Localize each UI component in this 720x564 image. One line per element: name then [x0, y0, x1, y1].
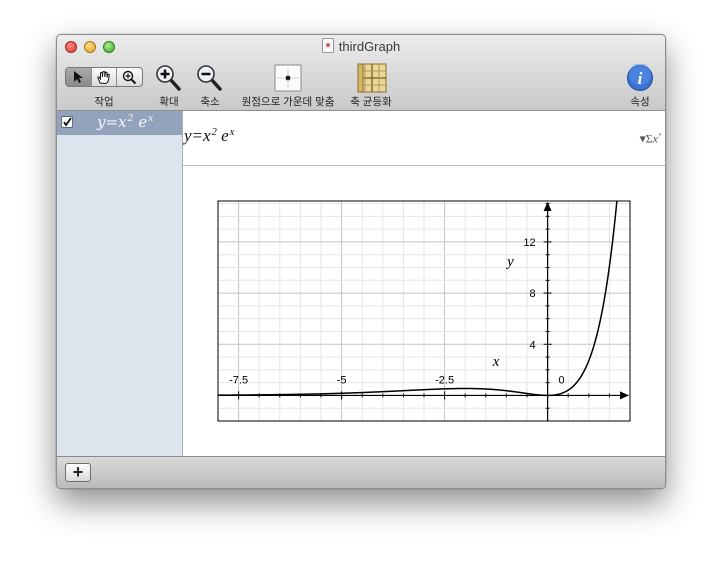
ruler-grid-icon	[357, 63, 387, 93]
zoom-in-button[interactable]	[153, 63, 185, 93]
x-axis-label: x	[492, 354, 500, 370]
y-tick-label: 12	[523, 237, 535, 249]
zoom-in-icon	[156, 65, 181, 91]
x-axis-arrow	[620, 391, 629, 400]
equalize-axes-button[interactable]	[356, 63, 388, 93]
x-tick-label: -5	[337, 374, 347, 386]
center-origin-icon	[274, 64, 302, 92]
window-title-text: thirdGraph	[338, 39, 401, 54]
y-tick-label: 8	[529, 288, 535, 300]
zoom-in-label: 확대	[159, 96, 179, 108]
pointer-tool-button[interactable]	[66, 68, 92, 86]
info-icon: i	[627, 64, 653, 91]
y-tick-label: 4	[529, 339, 535, 351]
toolbar: thirdGraph 작업 확대 축소 원점으로 가운데 맞춤 축 균등화 i …	[57, 35, 665, 111]
app-window: thirdGraph 작업 확대 축소 원점으로 가운데 맞춤 축 균등화 i …	[56, 34, 666, 489]
equalize-axes-label: 축 균등화	[350, 96, 392, 108]
formula-editor[interactable]: y=x2 ex ▾Σxª	[183, 111, 665, 166]
bottom-bar: +	[57, 456, 665, 488]
svg-text:i: i	[638, 69, 643, 88]
mode-segmented-control[interactable]	[65, 67, 143, 87]
add-equation-button[interactable]: +	[65, 463, 91, 482]
inspector-label: 속성	[630, 96, 650, 108]
equation-sidebar: y=x2 ex	[57, 111, 183, 456]
pointer-icon	[74, 71, 84, 83]
equation-visibility-checkbox[interactable]	[61, 116, 73, 128]
zoom-out-icon	[197, 65, 222, 91]
x-tick-label: -7.5	[229, 374, 248, 386]
x-tick-label: -2.5	[435, 374, 454, 386]
expression-palette-button[interactable]: ▾Σxª	[640, 131, 661, 146]
x-tick-label: 0	[559, 374, 565, 386]
window-title: thirdGraph	[57, 38, 665, 56]
function-graph[interactable]: -7.5 -5 -2.5 0 4 8 12 x y	[183, 166, 665, 456]
magnify-icon	[122, 70, 137, 84]
graph-area[interactable]: -7.5 -5 -2.5 0 4 8 12 x y	[183, 166, 665, 456]
checkmark-icon	[63, 117, 72, 127]
magnify-tool-button[interactable]	[117, 68, 142, 86]
zoom-out-button[interactable]	[194, 63, 226, 93]
formula-text[interactable]: y=x2 ex	[184, 126, 234, 146]
mode-label: 작업	[94, 96, 114, 108]
document-icon	[321, 38, 334, 53]
zoom-out-label: 축소	[200, 96, 220, 108]
hand-icon	[97, 70, 110, 84]
center-origin-button[interactable]	[272, 63, 304, 93]
hand-tool-button[interactable]	[92, 68, 118, 86]
center-origin-label: 원점으로 가운데 맞춤	[241, 96, 335, 108]
inspector-button[interactable]: i	[624, 63, 656, 93]
sidebar-formula: y=x2 ex	[97, 113, 154, 131]
equation-list-item[interactable]: y=x2 ex	[57, 111, 182, 135]
y-axis-label: y	[505, 254, 514, 270]
